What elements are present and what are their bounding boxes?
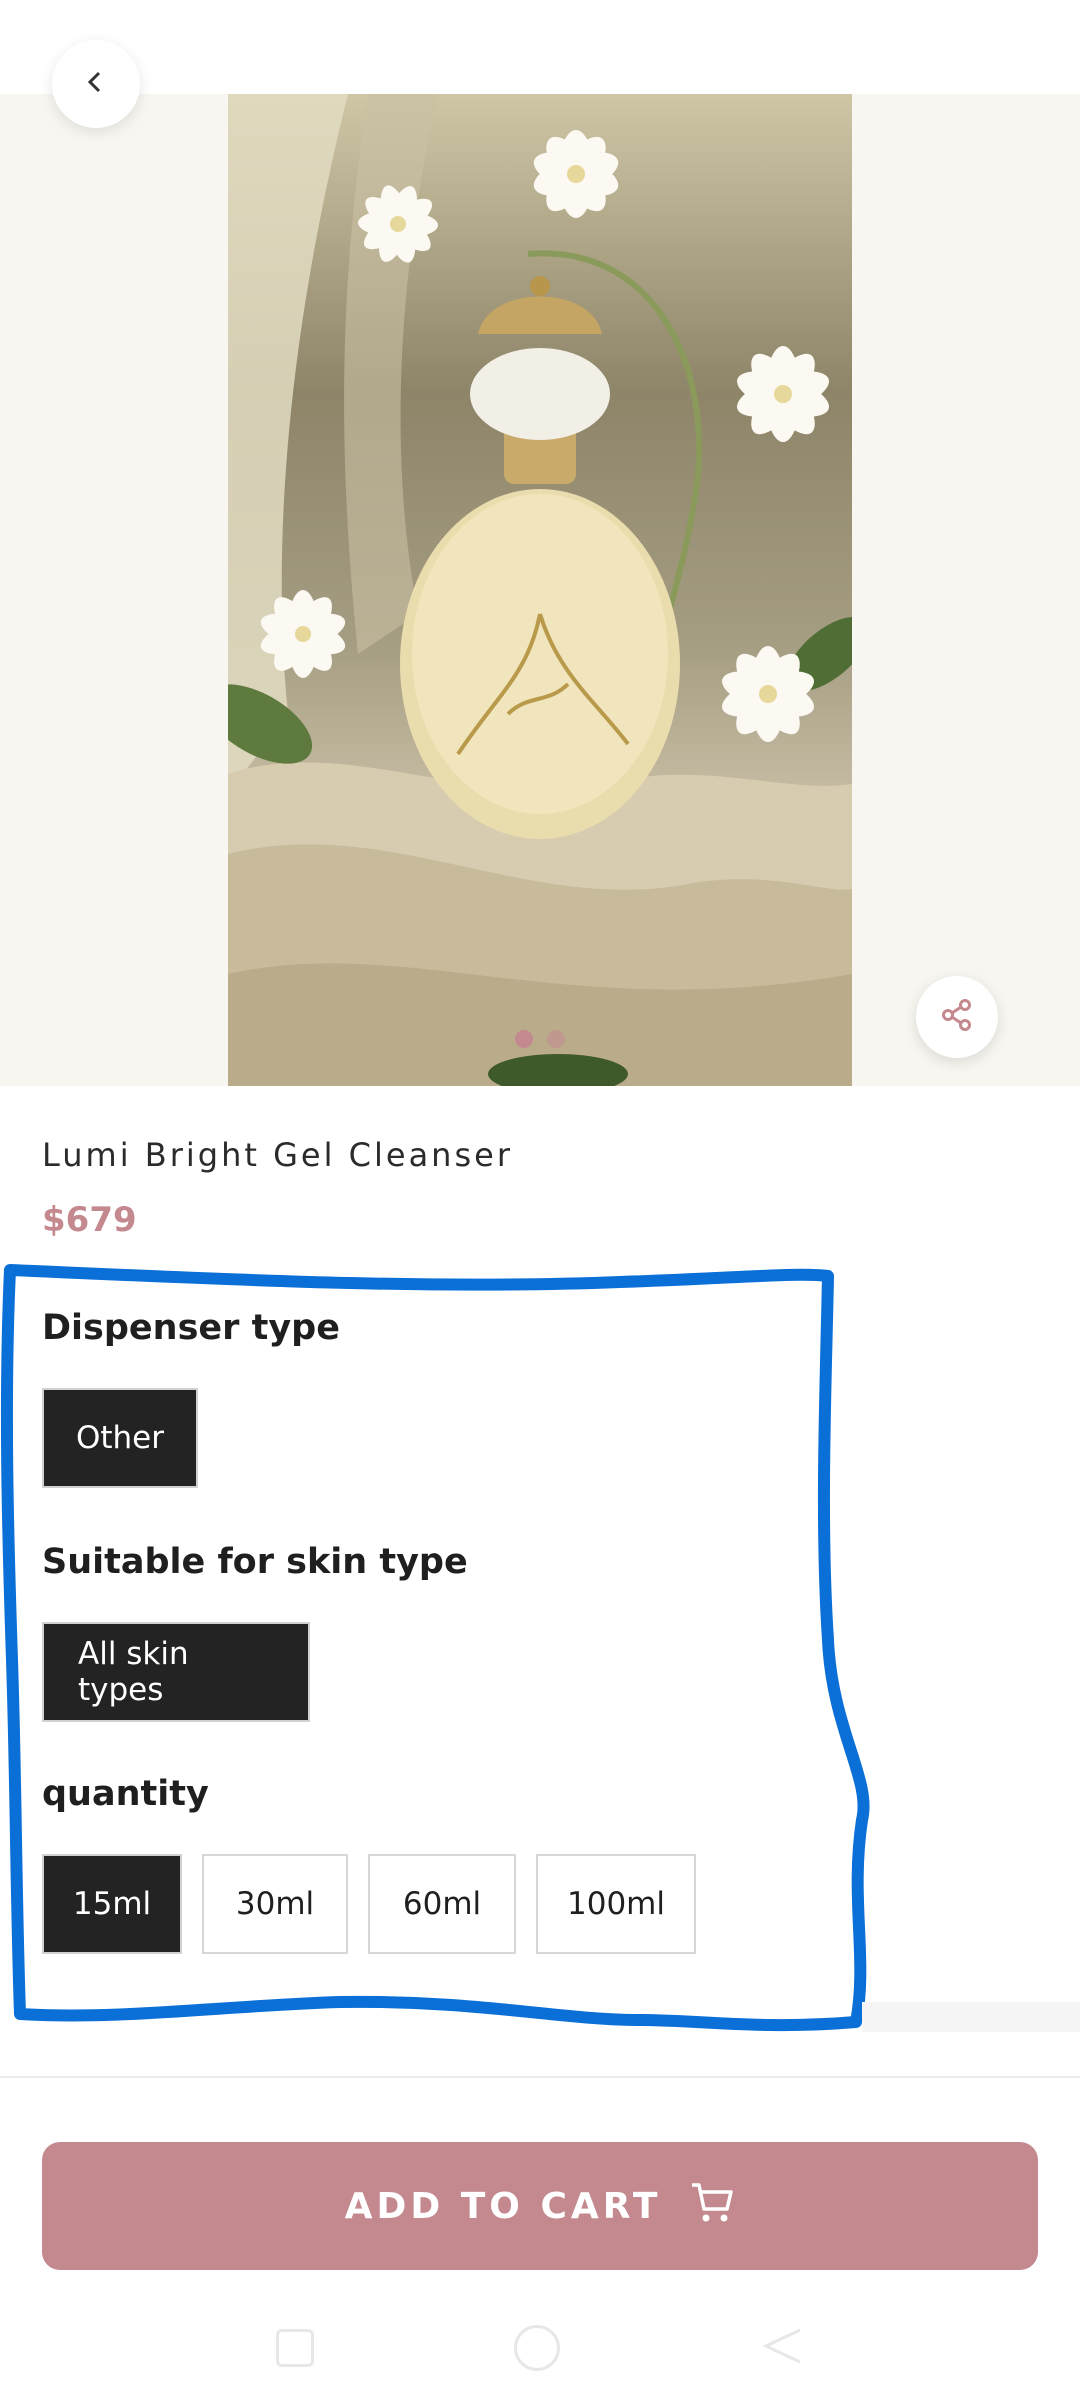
divider [0, 2076, 1080, 2078]
system-navigation-bar [0, 2296, 1080, 2400]
section-background [862, 2002, 1080, 2032]
option-skin-all[interactable]: All skin types [42, 1622, 310, 1722]
product-price: $679 [42, 1200, 137, 1240]
share-button[interactable] [916, 976, 998, 1058]
dispenser-type-heading: Dispenser type [42, 1308, 340, 1348]
gallery-pagination [0, 1030, 1080, 1048]
add-to-cart-button[interactable]: ADD TO CART [42, 2142, 1038, 2270]
add-to-cart-label: ADD TO CART [344, 2185, 662, 2227]
back-icon[interactable] [760, 2324, 804, 2372]
product-image[interactable] [228, 94, 852, 1086]
option-dispenser-other[interactable]: Other [42, 1388, 198, 1488]
back-button[interactable] [52, 40, 140, 128]
dispenser-type-options: Other [42, 1388, 198, 1488]
quantity-heading: quantity [42, 1774, 209, 1814]
top-bar [0, 0, 1080, 94]
product-title: Lumi Bright Gel Cleanser [42, 1136, 513, 1174]
skin-type-heading: Suitable for skin type [42, 1542, 468, 1582]
option-quantity-100ml[interactable]: 100ml [536, 1854, 696, 1954]
option-quantity-15ml[interactable]: 15ml [42, 1854, 182, 1954]
product-gallery[interactable] [0, 94, 1080, 1086]
quantity-options: 15ml 30ml 60ml 100ml [42, 1854, 696, 1954]
option-quantity-60ml[interactable]: 60ml [368, 1854, 516, 1954]
recents-icon[interactable] [276, 2329, 314, 2367]
option-quantity-30ml[interactable]: 30ml [202, 1854, 348, 1954]
home-icon[interactable] [514, 2325, 560, 2371]
chevron-left-icon [81, 67, 111, 101]
pagination-dot-active[interactable] [515, 1030, 533, 1048]
cart-icon [689, 2179, 735, 2234]
pagination-dot[interactable] [547, 1030, 565, 1048]
product-image-illustration [228, 94, 852, 1086]
share-icon [939, 997, 975, 1037]
skin-type-options: All skin types [42, 1622, 310, 1722]
